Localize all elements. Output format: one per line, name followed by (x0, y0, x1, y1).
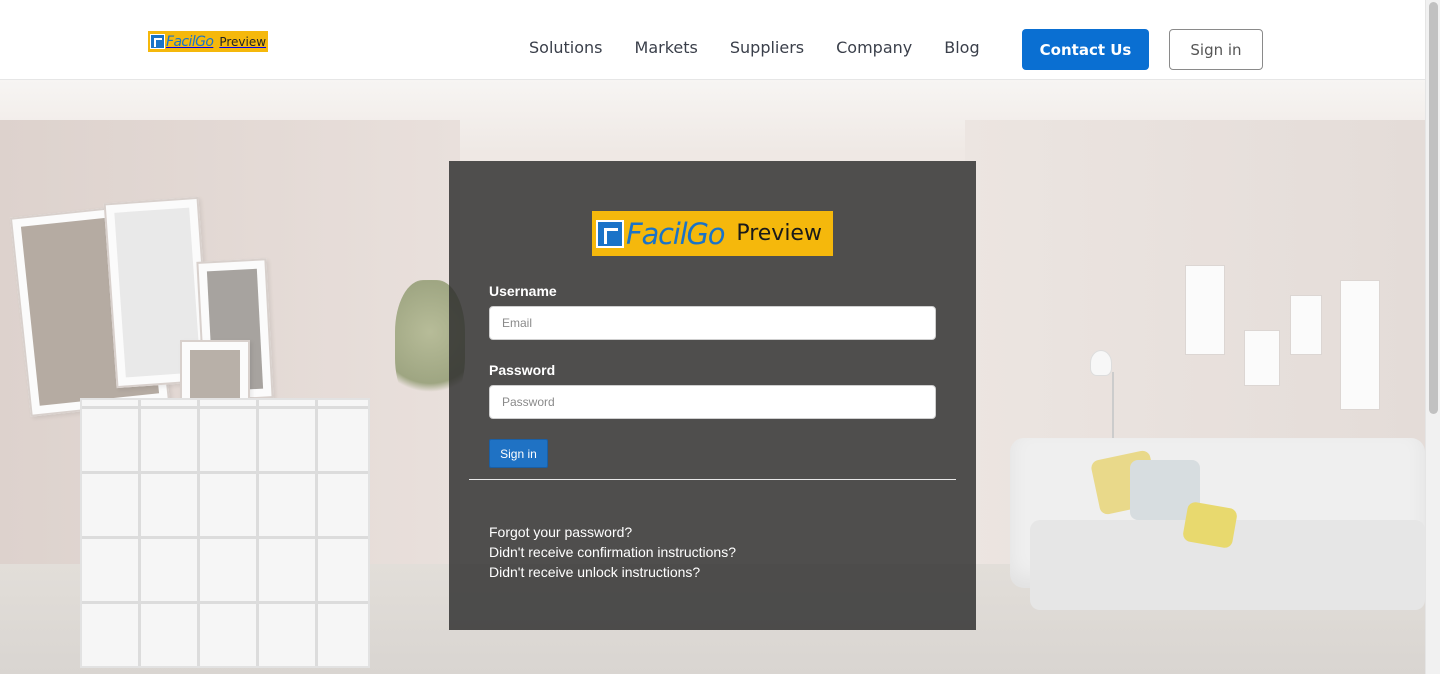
help-links: Forgot your password? Didn't receive con… (489, 522, 736, 582)
page-scrollbar[interactable] (1425, 0, 1440, 674)
site-header: FacilGo Preview Solutions Markets Suppli… (0, 0, 1425, 80)
password-label: Password (489, 362, 556, 378)
login-logo: FacilGo Preview (592, 211, 833, 256)
password-input[interactable] (489, 385, 936, 419)
forgot-password-link[interactable]: Forgot your password? (489, 522, 736, 542)
confirmation-instructions-link[interactable]: Didn't receive confirmation instructions… (489, 542, 736, 562)
username-label: Username (489, 283, 557, 299)
nav-solutions[interactable]: Solutions (529, 38, 603, 57)
username-input[interactable] (489, 306, 936, 340)
nav-company[interactable]: Company (836, 38, 912, 57)
nav-suppliers[interactable]: Suppliers (730, 38, 804, 57)
header-sign-in-button[interactable]: Sign in (1169, 29, 1263, 70)
facilgo-logo-icon (150, 34, 165, 49)
wall-art (1244, 330, 1280, 386)
scrollbar-thumb[interactable] (1429, 2, 1438, 414)
divider (469, 479, 956, 480)
logo-preview-label: Preview (219, 34, 267, 49)
wall-art (1185, 265, 1225, 355)
logo-wordmark: FacilGo (626, 216, 726, 251)
contact-us-button[interactable]: Contact Us (1022, 29, 1149, 70)
logo-wordmark: FacilGo (166, 33, 214, 50)
header-logo[interactable]: FacilGo Preview (148, 31, 268, 52)
wall-art (1290, 295, 1322, 355)
nav-blog[interactable]: Blog (944, 38, 979, 57)
floor-lamp (1090, 350, 1112, 376)
unlock-instructions-link[interactable]: Didn't receive unlock instructions? (489, 562, 736, 582)
cushion (1181, 500, 1239, 550)
login-panel: FacilGo Preview Username Password Sign i… (449, 161, 976, 630)
logo-preview-label: Preview (736, 221, 822, 246)
facilgo-logo-icon (596, 219, 624, 248)
main-nav: Solutions Markets Suppliers Company Blog (529, 38, 1012, 57)
sign-in-submit-button[interactable]: Sign in (489, 439, 548, 468)
bookshelf (80, 398, 370, 668)
nav-markets[interactable]: Markets (635, 38, 698, 57)
wall-art (1340, 280, 1380, 410)
